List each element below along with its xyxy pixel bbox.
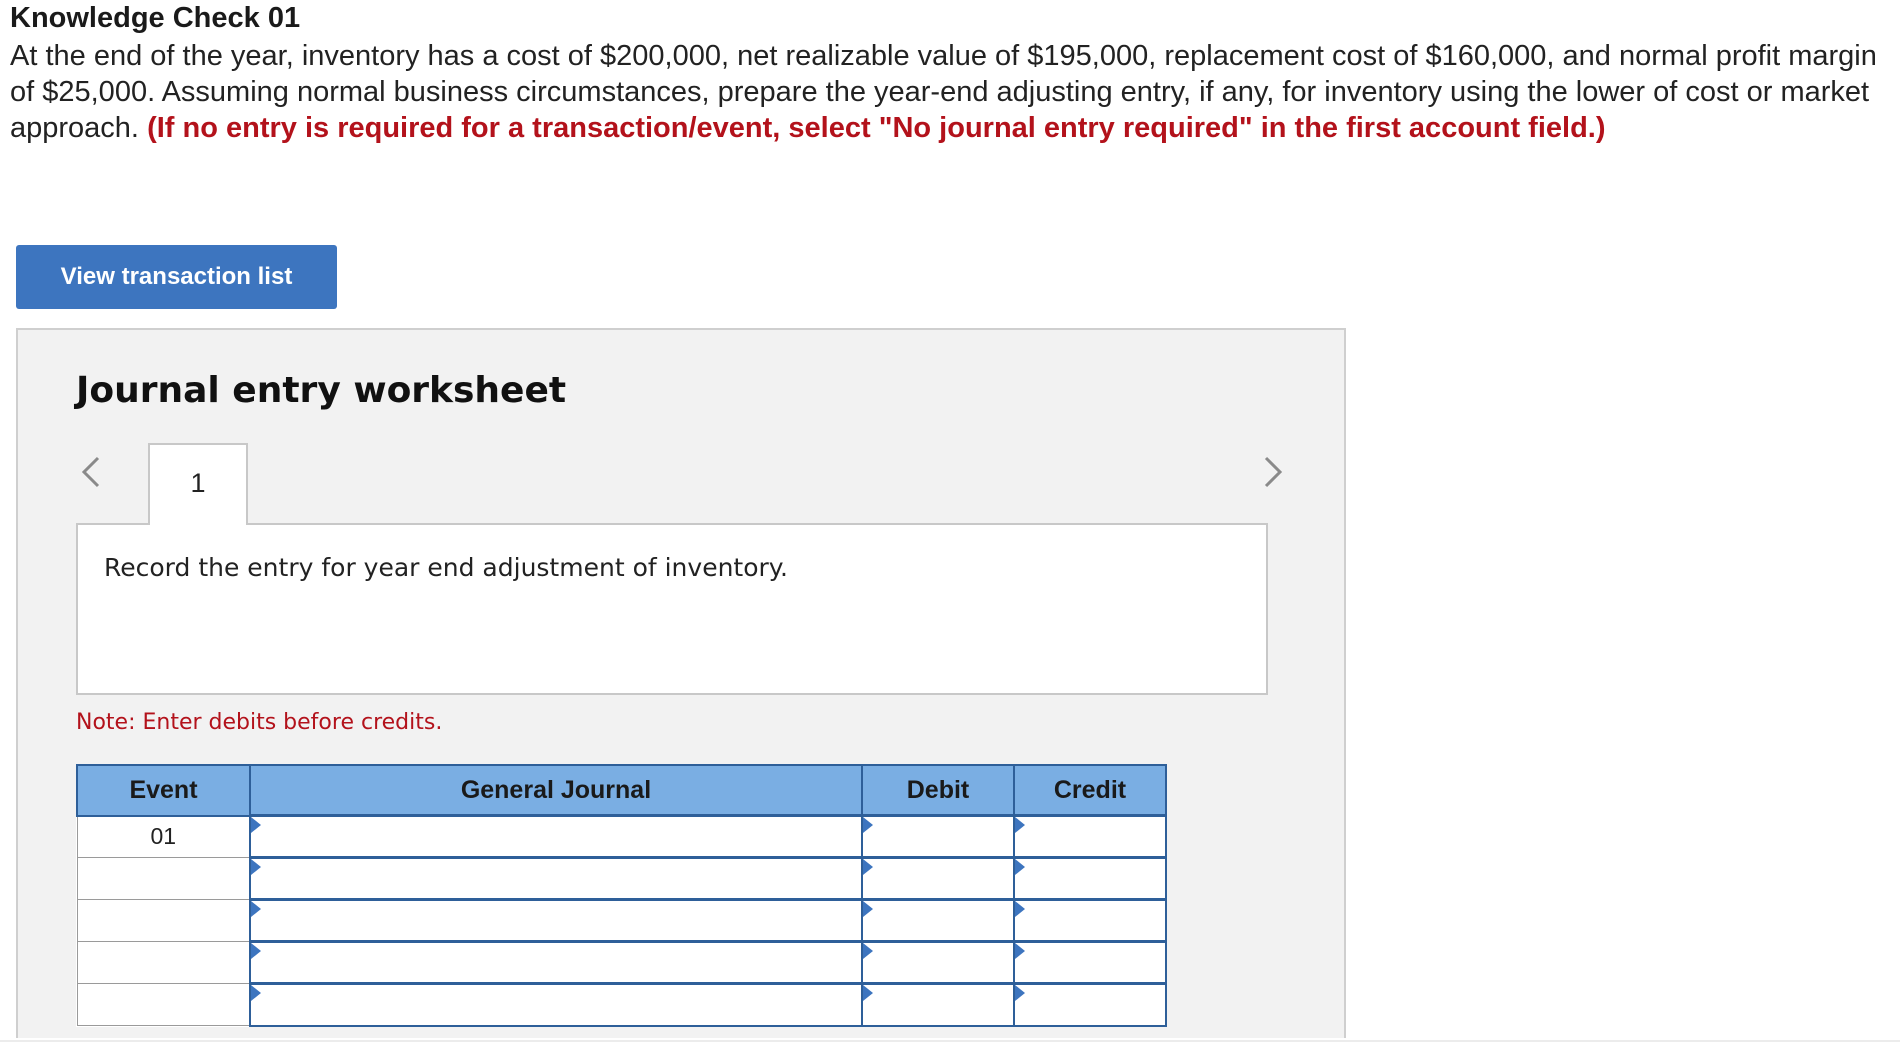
credit-input[interactable] — [1013, 814, 1167, 859]
journal-worksheet-panel: Journal entry worksheet 1 Record the ent… — [16, 328, 1346, 1038]
tab-entry-1[interactable]: 1 — [148, 443, 248, 525]
general-journal-table: Event General Journal Debit Credit 01 — [76, 764, 1167, 1027]
triangle-marker-icon — [1015, 985, 1025, 1001]
event-cell — [76, 941, 251, 984]
entry-description-box: Record the entry for year end adjustment… — [76, 523, 1268, 695]
triangle-marker-icon — [1015, 859, 1025, 875]
credit-input[interactable] — [1013, 898, 1167, 943]
credit-input[interactable] — [1013, 982, 1167, 1027]
triangle-marker-icon — [863, 859, 873, 875]
page-bottom-divider — [0, 1040, 1900, 1042]
page-title: Knowledge Check 01 — [10, 2, 301, 34]
triangle-marker-icon — [1015, 943, 1025, 959]
debit-input[interactable] — [861, 982, 1015, 1027]
account-input[interactable] — [249, 898, 863, 943]
triangle-marker-icon — [863, 985, 873, 1001]
account-input[interactable] — [249, 814, 863, 859]
triangle-marker-icon — [863, 943, 873, 959]
column-header-event: Event — [76, 764, 251, 817]
prev-entry-button[interactable] — [76, 450, 106, 494]
debit-input[interactable] — [861, 814, 1015, 859]
table-row: 01 — [76, 814, 1167, 859]
view-transaction-list-button[interactable]: View transaction list — [16, 245, 337, 309]
table-header-row: Event General Journal Debit Credit — [76, 764, 1167, 817]
account-input[interactable] — [249, 940, 863, 985]
column-header-general-journal: General Journal — [249, 764, 863, 817]
account-input[interactable] — [249, 982, 863, 1027]
account-input[interactable] — [249, 856, 863, 901]
column-header-credit: Credit — [1013, 764, 1167, 817]
table-row — [76, 940, 1167, 985]
chevron-left-icon — [81, 456, 100, 488]
table-row — [76, 982, 1167, 1027]
triangle-marker-icon — [863, 901, 873, 917]
debit-input[interactable] — [861, 856, 1015, 901]
triangle-marker-icon — [251, 817, 261, 833]
table-row — [76, 856, 1167, 901]
event-cell — [76, 899, 251, 942]
credit-input[interactable] — [1013, 940, 1167, 985]
question-text: At the end of the year, inventory has a … — [10, 38, 1890, 146]
credit-input[interactable] — [1013, 856, 1167, 901]
debit-input[interactable] — [861, 940, 1015, 985]
question-instruction: (If no entry is required for a transacti… — [147, 112, 1606, 144]
event-cell — [76, 983, 251, 1026]
table-row — [76, 898, 1167, 943]
page: Knowledge Check 01 At the end of the yea… — [0, 0, 1900, 1062]
entry-description: Record the entry for year end adjustment… — [104, 553, 788, 582]
worksheet-title: Journal entry worksheet — [76, 370, 567, 411]
triangle-marker-icon — [1015, 817, 1025, 833]
event-cell: 01 — [76, 815, 251, 858]
debit-input[interactable] — [861, 898, 1015, 943]
triangle-marker-icon — [251, 901, 261, 917]
entry-note: Note: Enter debits before credits. — [76, 710, 443, 735]
triangle-marker-icon — [251, 859, 261, 875]
triangle-marker-icon — [251, 985, 261, 1001]
chevron-right-icon — [1264, 456, 1283, 488]
triangle-marker-icon — [251, 943, 261, 959]
next-entry-button[interactable] — [1258, 450, 1288, 494]
triangle-marker-icon — [863, 817, 873, 833]
column-header-debit: Debit — [861, 764, 1015, 817]
triangle-marker-icon — [1015, 901, 1025, 917]
event-cell — [76, 857, 251, 900]
